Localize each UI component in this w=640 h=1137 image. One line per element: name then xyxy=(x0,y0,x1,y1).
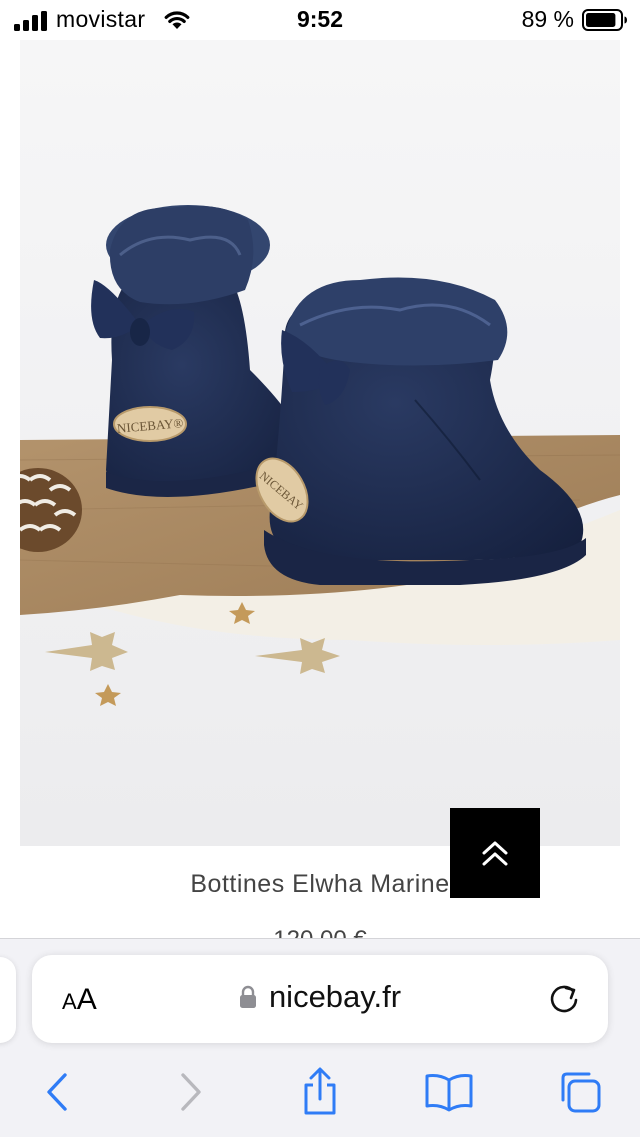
battery-percentage: 89 % xyxy=(521,6,574,32)
share-icon xyxy=(304,1067,336,1115)
reload-icon[interactable] xyxy=(546,981,582,1017)
share-button[interactable] xyxy=(295,1067,345,1117)
product-price: 120,00 € xyxy=(0,926,640,938)
status-bar: movistar 9:52 89 % xyxy=(0,0,640,40)
battery-icon xyxy=(582,9,627,31)
bookmarks-button[interactable] xyxy=(424,1067,474,1117)
product-image[interactable]: NICEBAY® NICEBAY xyxy=(20,40,620,846)
tabs-button[interactable] xyxy=(554,1067,604,1117)
product-title[interactable]: Bottines Elwha Marine xyxy=(0,870,640,899)
boots-photo: NICEBAY® NICEBAY xyxy=(20,40,620,846)
url-display[interactable]: nicebay.fr xyxy=(32,979,608,1015)
double-chevron-up-icon xyxy=(482,841,508,866)
url-text: nicebay.fr xyxy=(268,979,402,1014)
tabs-icon xyxy=(561,1072,601,1113)
book-icon xyxy=(425,1074,473,1112)
previous-tab-card[interactable] xyxy=(0,957,16,1043)
browser-bottom-bar: A A nicebay.fr xyxy=(0,938,640,1137)
chevron-left-icon xyxy=(47,1073,67,1111)
chevron-right-icon xyxy=(181,1073,201,1111)
forward-button[interactable] xyxy=(166,1067,216,1117)
browser-toolbar xyxy=(0,1063,640,1123)
address-bar[interactable]: A A nicebay.fr xyxy=(32,955,608,1043)
back-button[interactable] xyxy=(32,1067,82,1117)
lock-icon xyxy=(239,985,256,1008)
